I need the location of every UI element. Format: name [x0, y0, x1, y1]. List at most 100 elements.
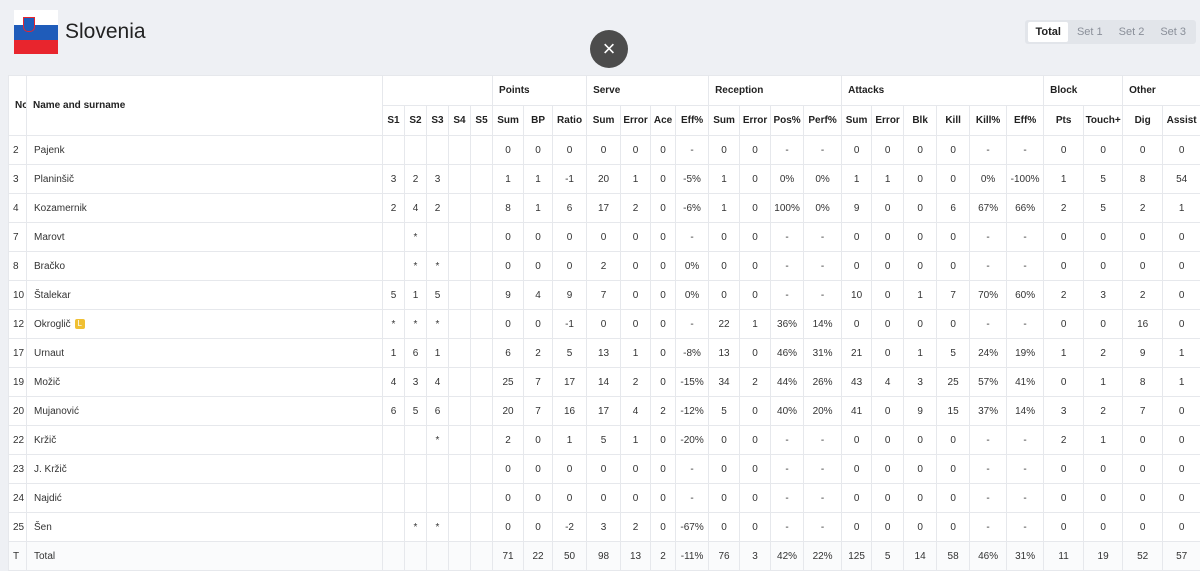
col-group-sets — [383, 76, 493, 106]
stat-cell — [383, 513, 405, 542]
stat-cell: * — [405, 513, 427, 542]
stat-cell: - — [1007, 426, 1044, 455]
col-header: Sum — [842, 106, 872, 136]
stat-cell: - — [970, 136, 1007, 165]
stat-cell: 0% — [771, 165, 804, 194]
stat-cell: - — [1007, 484, 1044, 513]
stat-cell: 0 — [1044, 223, 1084, 252]
stat-cell: 5 — [405, 397, 427, 426]
col-header: S2 — [405, 106, 427, 136]
stat-cell — [427, 136, 449, 165]
stat-cell: 0 — [1163, 397, 1200, 426]
slovenia-flag-icon — [14, 10, 58, 54]
stat-cell: - — [1007, 310, 1044, 339]
stat-cell: -67% — [676, 513, 709, 542]
stat-cell: - — [804, 484, 842, 513]
stat-cell: 3 — [383, 165, 405, 194]
stat-cell: 8 — [1123, 368, 1163, 397]
stat-cell: 7 — [524, 368, 553, 397]
stat-cell — [449, 397, 471, 426]
stat-cell: 3 — [405, 368, 427, 397]
stat-cell — [383, 484, 405, 513]
stat-cell: 5 — [937, 339, 970, 368]
close-button[interactable]: × — [590, 30, 628, 68]
stat-cell: 0 — [842, 484, 872, 513]
tab-total[interactable]: Total — [1028, 22, 1067, 42]
stat-cell: 13 — [621, 542, 651, 571]
stat-cell: 0 — [904, 484, 937, 513]
stat-cell — [449, 368, 471, 397]
stat-cell: 1 — [427, 339, 449, 368]
stat-cell: 0 — [524, 310, 553, 339]
stat-cell: - — [1007, 513, 1044, 542]
stat-cell: 1 — [493, 165, 524, 194]
stat-cell: - — [771, 223, 804, 252]
stat-cell: 0 — [904, 223, 937, 252]
player-row: 4Kozamernik2428161720-6%10100%0%900667%6… — [9, 194, 1200, 223]
stat-cell: 1 — [1084, 426, 1123, 455]
col-header: Blk — [904, 106, 937, 136]
stat-cell: 0 — [740, 223, 771, 252]
stat-cell: 0 — [937, 252, 970, 281]
stat-cell: 0 — [1044, 310, 1084, 339]
stat-cell: 0 — [740, 513, 771, 542]
stat-cell: 0 — [1084, 252, 1123, 281]
stat-cell: 8 — [1123, 165, 1163, 194]
stat-cell: 0 — [1044, 484, 1084, 513]
stat-cell: 43 — [842, 368, 872, 397]
stat-cell: 2 — [493, 426, 524, 455]
stat-cell: 1 — [1163, 194, 1200, 223]
stat-cell: - — [676, 136, 709, 165]
stat-cell: 36% — [771, 310, 804, 339]
stat-cell: 50 — [553, 542, 587, 571]
stat-cell: 2 — [621, 368, 651, 397]
stat-cell — [471, 310, 493, 339]
stat-cell: 0 — [842, 426, 872, 455]
player-row: 20Mujanović656207161742-12%5040%20%41091… — [9, 397, 1200, 426]
col-header: Pos% — [771, 106, 804, 136]
stat-cell: 0 — [709, 136, 740, 165]
player-row: 24Najdić000000-00--0000--0000 — [9, 484, 1200, 513]
stat-cell: 0 — [1044, 513, 1084, 542]
stat-cell: 25 — [937, 368, 970, 397]
stat-cell: 2 — [1044, 426, 1084, 455]
stat-cell: 0 — [740, 252, 771, 281]
stat-cell: 0 — [842, 136, 872, 165]
stat-cell: 0 — [740, 281, 771, 310]
stat-cell — [471, 165, 493, 194]
tab-set-1[interactable]: Set 1 — [1070, 22, 1110, 42]
stat-cell: - — [771, 252, 804, 281]
stat-cell: 0 — [740, 165, 771, 194]
stat-cell: 40% — [771, 397, 804, 426]
stat-cell: 0 — [904, 165, 937, 194]
stat-cell: - — [1007, 136, 1044, 165]
stat-cell: 0 — [904, 136, 937, 165]
stat-cell: - — [771, 513, 804, 542]
stat-cell: 2 — [1044, 281, 1084, 310]
stat-cell: 21 — [842, 339, 872, 368]
stat-cell: 2 — [651, 542, 676, 571]
stat-cell — [449, 252, 471, 281]
stat-cell: 0 — [1044, 368, 1084, 397]
stat-cell: 46% — [771, 339, 804, 368]
stat-cell: -100% — [1007, 165, 1044, 194]
player-number: 3 — [9, 165, 27, 194]
stat-cell: 0 — [740, 339, 771, 368]
col-header: Kill — [937, 106, 970, 136]
stat-cell — [449, 339, 471, 368]
tab-set-2[interactable]: Set 2 — [1112, 22, 1152, 42]
tab-set-3[interactable]: Set 3 — [1153, 22, 1193, 42]
stat-cell: 0 — [872, 136, 904, 165]
stat-cell: 125 — [842, 542, 872, 571]
col-header: Ace — [651, 106, 676, 136]
stat-cell: 5 — [1084, 165, 1123, 194]
stat-cell: -12% — [676, 397, 709, 426]
stat-cell — [449, 542, 471, 571]
stat-cell: 0 — [937, 223, 970, 252]
stat-cell: 0 — [493, 136, 524, 165]
player-row: 7Marovt*000000-00--0000--0000 — [9, 223, 1200, 252]
player-number: 10 — [9, 281, 27, 310]
stat-cell: 76 — [709, 542, 740, 571]
col-header: Kill% — [970, 106, 1007, 136]
player-number: T — [9, 542, 27, 571]
